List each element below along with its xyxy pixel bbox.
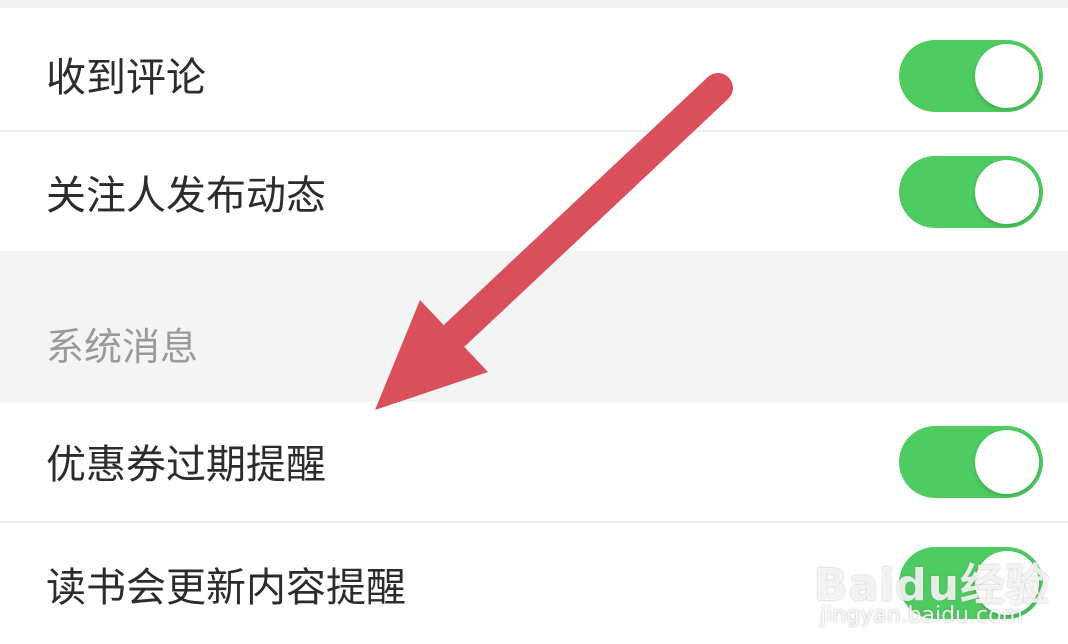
setting-label-comments: 收到评论: [46, 55, 206, 101]
followed-updates-toggle[interactable]: [899, 156, 1043, 228]
coupon-expiry-toggle[interactable]: [899, 426, 1043, 498]
top-strip: [0, 0, 1068, 8]
baidu-jingyan-watermark: Baidu经验 jingyan.baidu.com: [810, 545, 1060, 640]
setting-label-followed-updates: 关注人发布动态: [46, 173, 326, 219]
setting-row-comments[interactable]: 收到评论: [0, 8, 1068, 130]
toggle-knob: [975, 44, 1039, 108]
toggle-knob: [975, 430, 1039, 494]
comments-toggle[interactable]: [899, 40, 1043, 112]
setting-row-coupon-expiry[interactable]: 优惠券过期提醒: [0, 402, 1068, 521]
watermark-url: jingyan.baidu.com: [820, 603, 1024, 628]
section-title-system-messages: 系统消息: [46, 325, 199, 369]
arrow-head: [375, 300, 488, 410]
toggle-knob: [975, 160, 1039, 224]
setting-label-book-club-updates: 读书会更新内容提醒: [46, 565, 406, 611]
setting-label-coupon-expiry: 优惠券过期提醒: [46, 442, 326, 488]
setting-row-followed-updates[interactable]: 关注人发布动态: [0, 132, 1068, 251]
